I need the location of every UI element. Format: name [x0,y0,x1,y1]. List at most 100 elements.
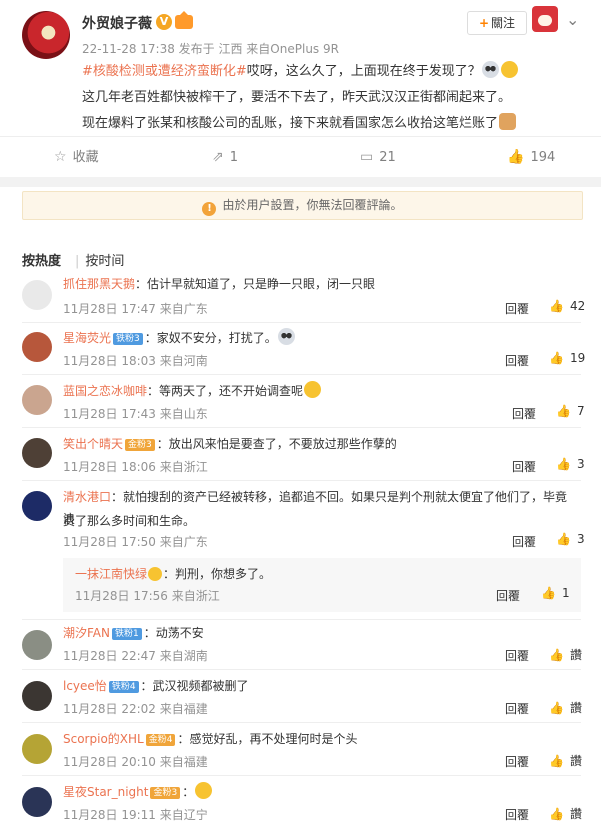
comment-text: Scorpio的XHL 金粉4 ：感觉好乱，再不处理何时是个头 [63,728,578,750]
comment-like-button[interactable]: 👍 19 [549,351,585,365]
divider [22,374,581,375]
tab-sort-hot[interactable]: 按热度 [22,254,61,269]
follow-button[interactable]: + 關注 [467,11,527,35]
comment-body: ：等两天了，还不开始调查呢 [147,384,304,398]
favorite-button[interactable]: ☆ 收藏 [54,137,99,177]
comment-like-count: 讚 [569,754,582,768]
commenter-name[interactable]: 清水港口 [63,490,111,504]
fan-badge: 铁粉1 [112,628,142,640]
like-button[interactable]: 👍 194 [507,137,555,177]
reply-button[interactable]: 回覆 [505,352,529,369]
comment-like-button[interactable]: 👍 7 [556,404,585,418]
post-action-bar: ☆ 收藏 ⇗ 1 ▭ 21 👍 194 [0,136,601,178]
author-avatar[interactable] [22,11,70,59]
reply-button[interactable]: 回覆 [505,753,529,770]
repost-count: 1 [229,150,239,165]
reply-button[interactable]: 回覆 [512,533,536,550]
reply-button[interactable]: 回覆 [505,806,529,823]
fan-badge: 金粉3 [150,787,181,799]
comment-like-button[interactable]: 👍 讚 [549,699,582,716]
reply-button[interactable]: 回覆 [505,300,529,317]
comment-body: ：判刑，你想多了。 [163,567,272,581]
comment-like-count: 42 [569,299,586,313]
commenter-name[interactable]: lcyee怡 [63,679,107,693]
comment-like-count: 1 [561,586,570,600]
holiday-badge-icon [532,6,558,32]
topic-link[interactable]: #核酸检测或遭经济蛮断化# [82,64,247,79]
post-meta: 22-11-28 17:38 发布于 江西 来自OnePlus 9R [82,42,339,56]
commenter-name[interactable]: 一抹江南快绿 [75,567,147,581]
comment-time: 11月28日 17:50 来自广东 [63,535,208,549]
commenter-name[interactable]: 星海荧光 [63,331,111,345]
panda-emoji-icon [277,328,295,345]
comment-like-button[interactable]: 👍 3 [556,457,585,471]
favorite-label: 收藏 [72,150,99,165]
reply-button[interactable]: 回覆 [496,587,520,604]
comment-body-continued: 费了那么多时间和生命。 [63,514,196,528]
fan-badge: 铁粉4 [108,681,139,693]
comment-body: ：放出风来怕是要查了，不要放过那些作孽的 [156,437,397,451]
comment-like-button[interactable]: 👍 1 [541,586,570,600]
comment-body: ：估计早就知道了，只是睁一只眼，闭一只眼 [135,277,376,291]
member-crown-icon [175,11,193,29]
commenter-name[interactable]: 潮汐FAN [63,626,110,640]
thumbs-up-icon: 👍 [507,149,525,165]
thumbs-up-icon: 👍 [556,457,571,471]
commenter-name[interactable]: 蓝国之恋冰咖啡 [63,384,147,398]
commenter-avatar[interactable] [22,438,52,468]
fan-badge: 金粉3 [125,439,155,451]
author-name[interactable]: 外贸娘子薇 [82,13,152,33]
commenter-avatar[interactable] [22,491,52,521]
reply-button[interactable]: 回覆 [512,458,536,475]
thumbs-up-icon: 👍 [549,648,564,662]
comment-time: 11月28日 18:03 来自河南 [63,354,208,368]
post-text-line-2: 这几年老百姓都快被榨干了，要活不下去了，昨天武汉汉正街都闹起来了。 [82,90,512,105]
comment-like-count: 19 [569,351,586,365]
comment-like-button[interactable]: 👍 讚 [549,646,582,663]
comment-restriction-notice: ! 由於用户設置，你無法回覆評論。 [22,191,583,220]
commenter-avatar[interactable] [22,681,52,711]
chevron-down-icon[interactable]: ⌄ [566,10,579,29]
comment-like-button[interactable]: 👍 讚 [549,752,582,769]
comment-like-count: 讚 [569,807,582,821]
commenter-avatar[interactable] [22,630,52,660]
fan-badge: 铁粉3 [113,333,143,345]
tab-sort-time[interactable]: 按时间 [85,254,124,269]
comment-like-count: 讚 [569,701,582,715]
comment-time: 11月28日 17:47 来自广东 [63,302,208,316]
thumbs-up-icon: 👍 [549,351,564,365]
comment-time: 11月28日 22:02 来自福建 [63,702,208,716]
comment-like-count: 3 [576,457,585,471]
reply-button[interactable]: 回覆 [505,647,529,664]
comment-text: 潮汐FAN 铁粉1 ：动荡不安 [63,622,578,644]
commenter-name[interactable]: 笑出个晴天 [63,437,123,451]
commenter-avatar[interactable] [22,734,52,764]
commenter-name[interactable]: 抓住那黑天鹅 [63,277,135,291]
commenter-avatar[interactable] [22,385,52,415]
comment-count: 21 [379,150,396,165]
comment-text: 蓝国之恋冰咖啡：等两天了，还不开始调查呢 [63,380,578,402]
commenter-name[interactable]: Scorpio的XHL [63,732,144,746]
panda-emoji-icon [481,61,499,78]
reply-button[interactable]: 回覆 [512,405,536,422]
warning-icon: ! [202,202,217,216]
comment-text: lcyee怡 铁粉4 ：武汉视频都被删了 [63,675,578,697]
repost-button[interactable]: ⇗ 1 [212,137,238,177]
commenter-avatar[interactable] [22,280,52,310]
comment-like-button[interactable]: 👍 讚 [549,805,582,822]
divider [22,322,581,323]
comment-icon: ▭ [360,149,374,165]
post-text: #核酸检测或遭经济蛮断化#哎呀，这么久了，上面现在终于发现了？ 这几年老百姓都快… [82,59,582,137]
commenter-avatar[interactable] [22,332,52,362]
plus-icon: + [478,16,490,30]
comment-time: 11月28日 18:06 来自浙江 [63,460,208,474]
comment-like-button[interactable]: 👍 3 [556,532,585,546]
comment-like-button[interactable]: 👍 42 [549,299,585,313]
crying-emoji-icon [304,381,322,398]
comment-sort-tabs: 按热度 | 按时间 [22,250,138,269]
commenter-name[interactable]: 星夜Star_night [63,785,148,799]
commenter-avatar[interactable] [22,787,52,817]
comment-button[interactable]: ▭ 21 [360,137,396,177]
comment-text: 星夜Star_night 金粉3： [63,781,578,803]
reply-button[interactable]: 回覆 [505,700,529,717]
